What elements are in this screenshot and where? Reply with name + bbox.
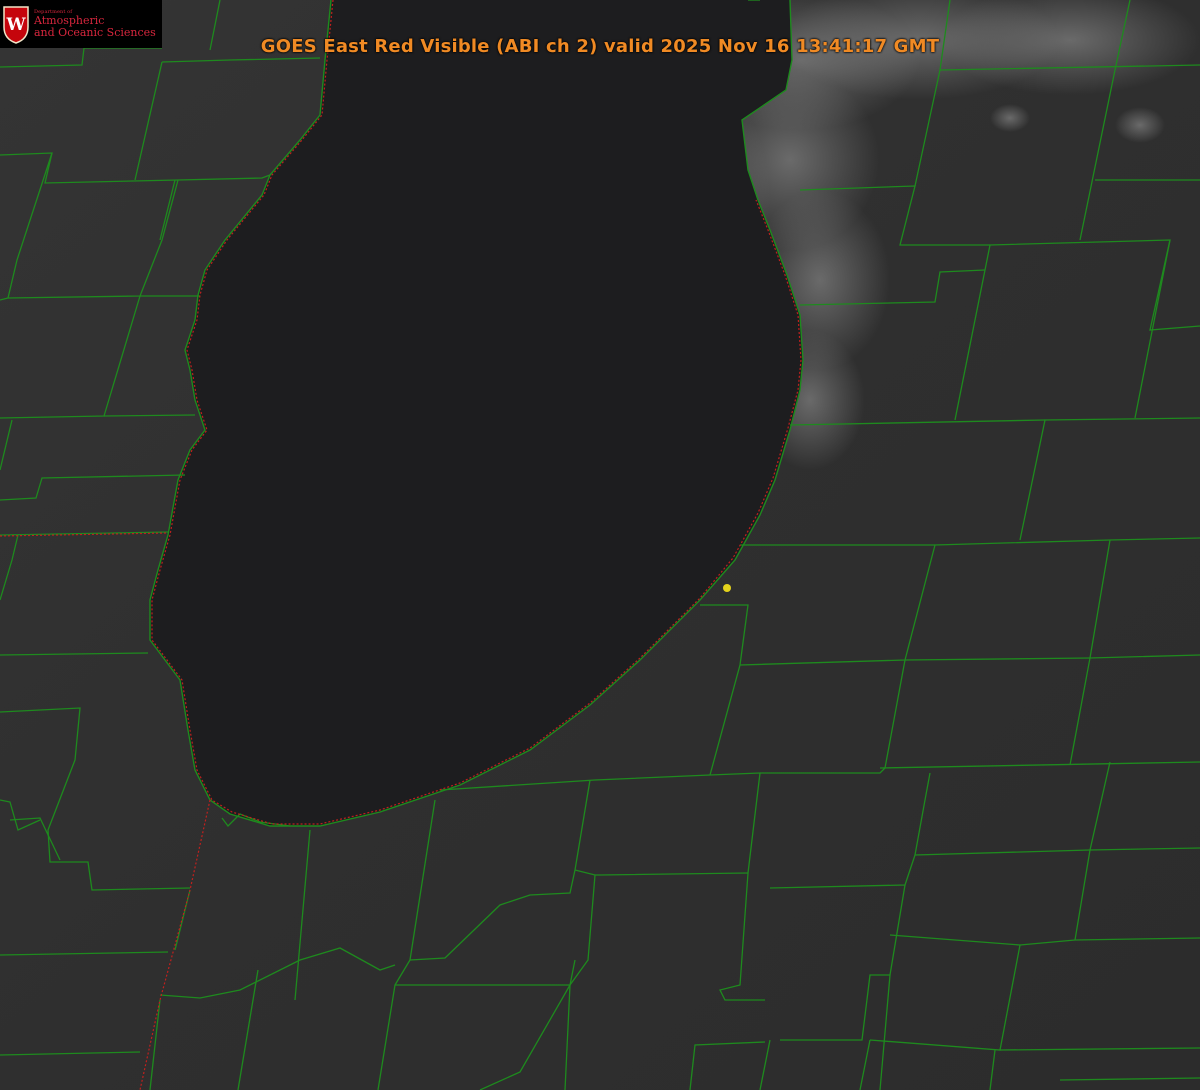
crest-letter: W bbox=[5, 15, 26, 35]
image-title: GOES East Red Visible (ABI ch 2) valid 2… bbox=[260, 36, 940, 57]
station-marker-icon bbox=[723, 584, 731, 592]
logo-line-1: Atmospheric bbox=[34, 14, 105, 28]
satellite-map bbox=[0, 0, 1200, 1090]
logo-text: Department of Atmospheric and Oceanic Sc… bbox=[34, 9, 156, 38]
